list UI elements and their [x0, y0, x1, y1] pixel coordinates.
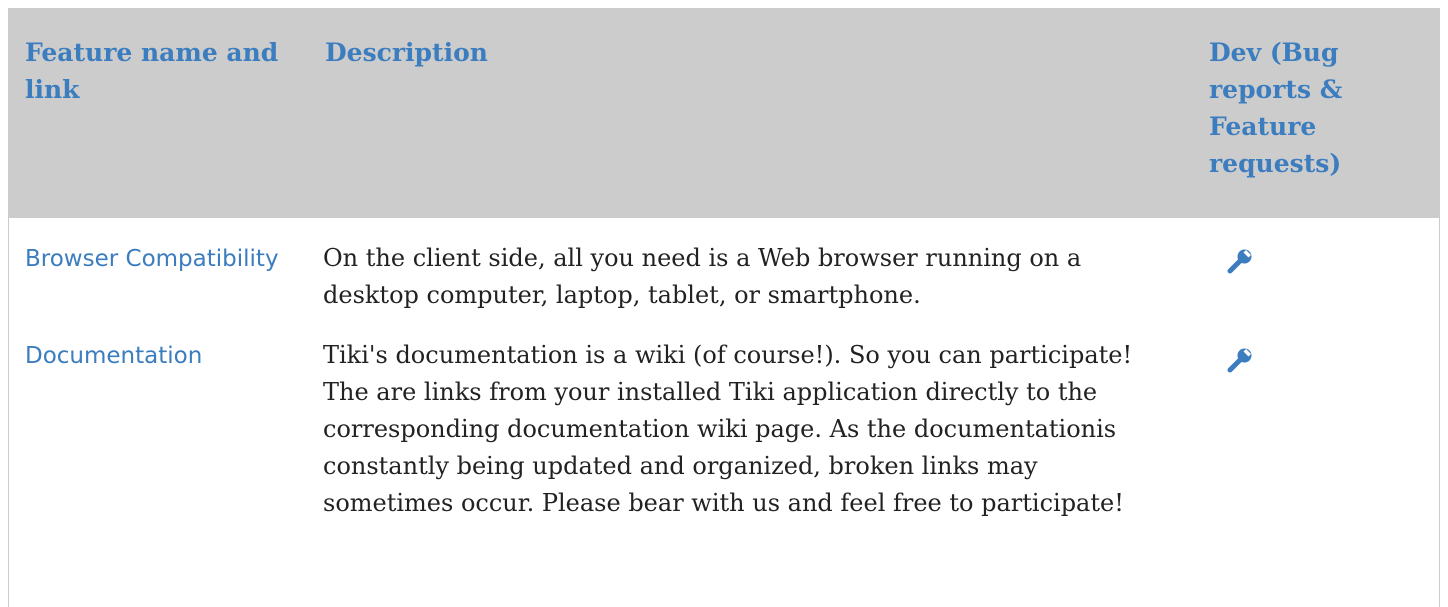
- feature-cell: Browser Compatibility: [9, 218, 309, 331]
- table-row: Documentation Tiki's documentation is a …: [9, 331, 1439, 522]
- features-table-container: Feature name and link Description Dev (B…: [8, 8, 1440, 607]
- table-row: Browser Compatibility On the client side…: [9, 218, 1439, 331]
- feature-cell: Documentation: [9, 331, 309, 522]
- feature-link-browser-compatibility[interactable]: Browser Compatibility: [25, 246, 279, 272]
- header-row: Feature name and link Description Dev (B…: [9, 8, 1439, 218]
- header-feature-name[interactable]: Feature name and link: [9, 8, 309, 218]
- header-dev[interactable]: Dev (Bug reports & Feature requests): [1201, 8, 1439, 218]
- description-cell: Tiki's documentation is a wiki (of cours…: [323, 341, 1133, 517]
- dev-cell: [1201, 218, 1439, 331]
- header-description[interactable]: Description: [309, 8, 1201, 218]
- features-table: Feature name and link Description Dev (B…: [9, 8, 1439, 522]
- table-header: Feature name and link Description Dev (B…: [9, 8, 1439, 218]
- dev-cell: [1201, 331, 1439, 522]
- feature-link-documentation[interactable]: Documentation: [25, 343, 202, 369]
- wrench-icon[interactable]: [1227, 248, 1253, 274]
- table-body: Browser Compatibility On the client side…: [9, 218, 1439, 522]
- description-cell: On the client side, all you need is a We…: [323, 244, 1082, 309]
- wrench-icon[interactable]: [1227, 347, 1253, 373]
